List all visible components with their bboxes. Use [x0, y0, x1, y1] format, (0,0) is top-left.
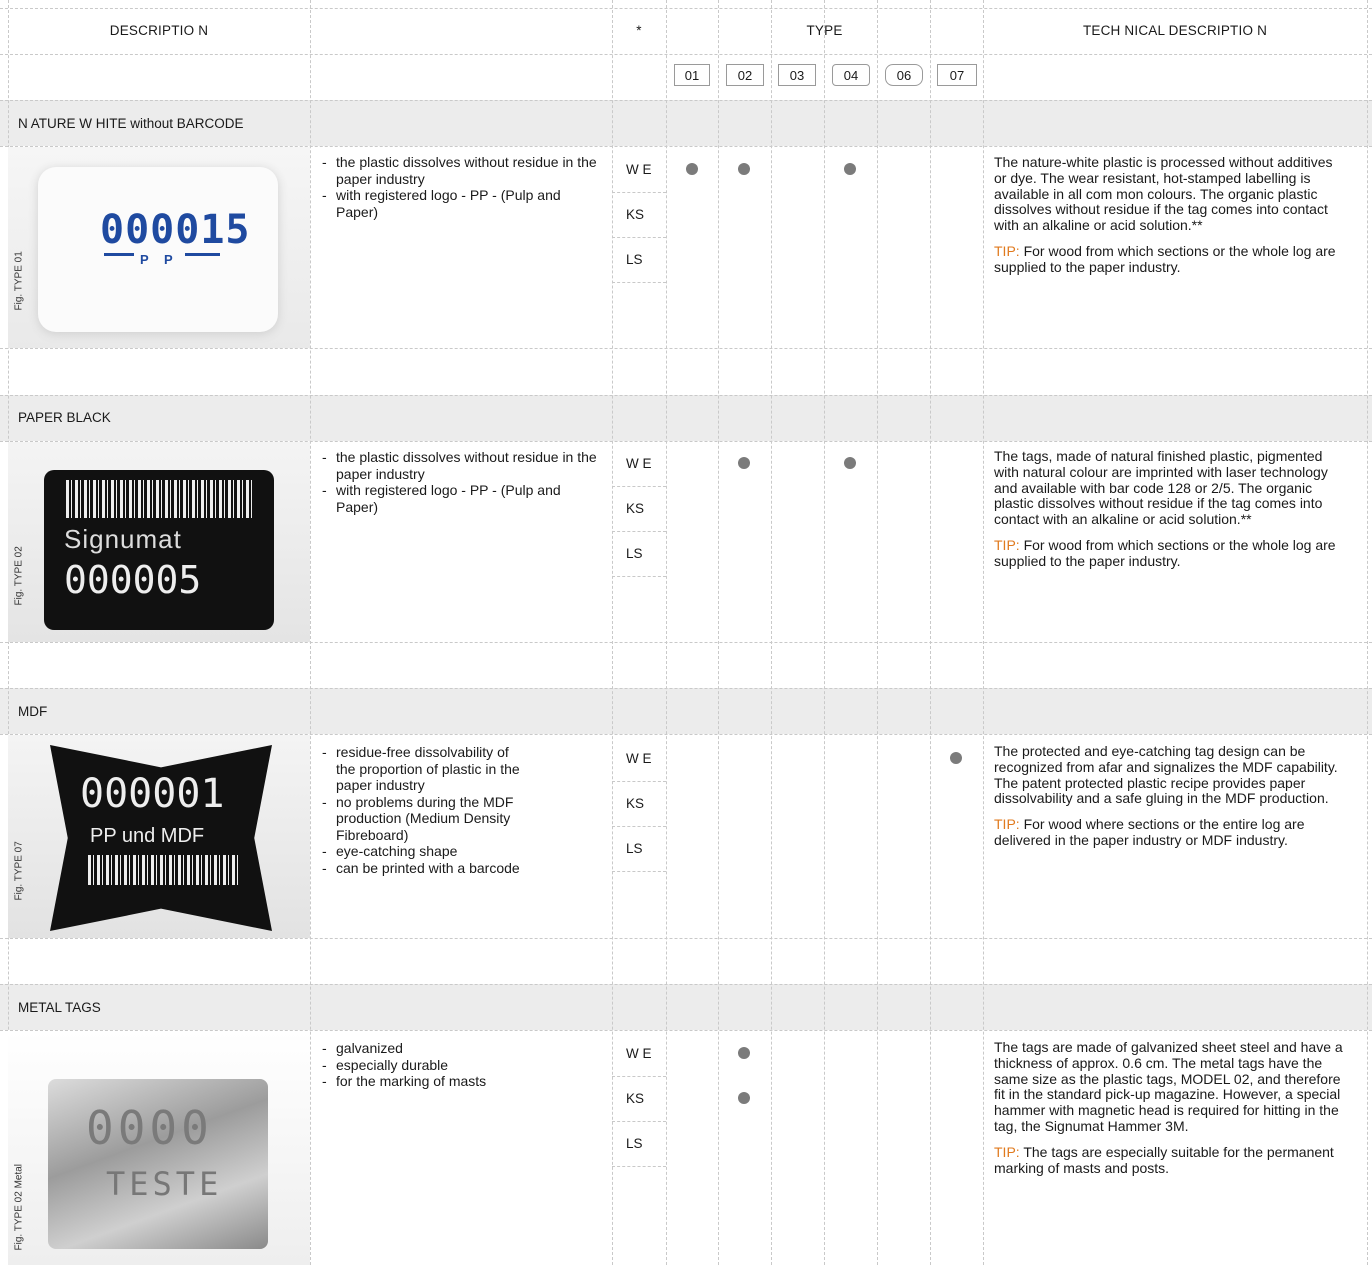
tech-text: The nature-white plastic is processed wi… [994, 154, 1333, 234]
feature-item: residue-free dissolvability of the propo… [320, 744, 530, 794]
tag-number: 0000 [86, 1101, 213, 1155]
section-band [0, 688, 1372, 734]
tip: TIP: For wood from which sections or the… [994, 242, 1344, 276]
availability-dot [686, 163, 698, 175]
feature-list: the plastic dissolves without residue in… [320, 449, 600, 515]
availability-dot [844, 457, 856, 469]
figure-caption: Fig. TYPE 02 [13, 546, 25, 606]
feature-item: for the marking of masts [320, 1073, 600, 1090]
feature-list: galvanized especially durable for the ma… [320, 1040, 600, 1090]
figure-caption: Fig. TYPE 07 [13, 841, 25, 901]
availability-dot [738, 163, 750, 175]
category-title: METAL TAGS [18, 1000, 101, 1015]
figure-caption: Fig. TYPE 02 Metal [13, 1163, 25, 1251]
code-label: KS [626, 1091, 645, 1106]
tag-photo-type-07: 000001 PP und MDF [8, 735, 310, 938]
technical-description: The tags are made of galvanized sheet st… [994, 1039, 1344, 1177]
barcode [88, 855, 238, 885]
tip-label: TIP: [994, 816, 1020, 833]
tip-text: For wood where sections or the entire lo… [994, 816, 1305, 848]
feature-item: can be printed with a barcode [320, 860, 530, 877]
feature-item: with registered logo - PP - (Pulp and Pa… [320, 187, 600, 220]
tag-logo-text: TESTE [106, 1165, 223, 1203]
tip-label: TIP: [994, 242, 1020, 259]
code-label: LS [626, 841, 643, 856]
tag-logo-text: P P [134, 252, 185, 267]
availability-dot [844, 163, 856, 175]
category-title: N ATURE W HITE without BARCODE [18, 116, 244, 131]
feature-item: with registered logo - PP - (Pulp and Pa… [320, 482, 600, 515]
tip: TIP: For wood where sections or the enti… [994, 816, 1344, 849]
feature-list: the plastic dissolves without residue in… [320, 154, 600, 220]
type-code-07: 07 [937, 64, 977, 86]
tip-text: The tags are especially suitable for the… [994, 1143, 1334, 1176]
tip: TIP: The tags are especially suitable fo… [994, 1143, 1344, 1177]
availability-dot [950, 752, 962, 764]
code-label: LS [626, 1136, 643, 1151]
category-title: PAPER BLACK [18, 410, 111, 425]
tag-brand-text: Signumat [64, 524, 182, 554]
code-label: KS [626, 207, 645, 222]
feature-list: residue-free dissolvability of the propo… [320, 744, 530, 876]
code-label: W E [626, 456, 652, 471]
feature-item: eye-catching shape [320, 843, 530, 860]
header-type: TYPE [806, 23, 843, 38]
header-star: * [636, 23, 642, 38]
code-label: W E [626, 1046, 652, 1061]
code-label: W E [626, 751, 652, 766]
type-code-04: 04 [832, 64, 870, 86]
tip-label: TIP: [994, 1143, 1020, 1160]
availability-dot [738, 457, 750, 469]
tech-text: The tags, made of natural finished plast… [994, 448, 1328, 528]
technical-description: The protected and eye-catching tag desig… [994, 743, 1344, 849]
section-band [0, 984, 1372, 1030]
code-label: LS [626, 546, 643, 561]
feature-item: galvanized [320, 1040, 600, 1057]
tip-label: TIP: [994, 536, 1020, 553]
header-technical-description: TECH NICAL DESCRIPTIO N [1082, 23, 1268, 38]
tag-number: 000005 [64, 558, 202, 602]
tag-photo-type-02-metal: 0000 TESTE [8, 1031, 310, 1265]
type-code-03: 03 [778, 64, 816, 86]
feature-item: the plastic dissolves without residue in… [320, 154, 600, 187]
type-code-06: 06 [885, 64, 923, 86]
section-band [0, 395, 1372, 441]
figure-caption: Fig. TYPE 01 [13, 251, 25, 311]
tag-photo-type-01: 000015 P P [8, 147, 310, 348]
tag-number: 000015 [100, 207, 251, 253]
tech-text: The tags are made of galvanized sheet st… [994, 1039, 1343, 1134]
code-label: W E [626, 162, 652, 177]
tip: TIP: For wood from which sections or the… [994, 536, 1344, 570]
feature-item: especially durable [320, 1057, 600, 1074]
technical-description: The nature-white plastic is processed wi… [994, 154, 1344, 276]
header-description: DESCRIPTIO N [109, 23, 209, 38]
tip-text: For wood from which sections or the whol… [994, 242, 1336, 275]
technical-description: The tags, made of natural finished plast… [994, 448, 1344, 570]
tip-text: For wood from which sections or the whol… [994, 536, 1336, 569]
feature-item: the plastic dissolves without residue in… [320, 449, 600, 482]
code-label: KS [626, 796, 645, 811]
feature-item: no problems during the MDF production (M… [320, 794, 530, 844]
code-label: KS [626, 501, 645, 516]
category-title: MDF [18, 704, 48, 719]
tag-number: 000001 [80, 771, 225, 817]
tag-logo-text: PP und MDF [90, 825, 205, 847]
tag-photo-type-02: Signumat 000005 [8, 442, 310, 642]
code-label: LS [626, 252, 643, 267]
availability-dot [738, 1092, 750, 1104]
type-code-02: 02 [726, 64, 764, 86]
type-code-01: 01 [674, 64, 710, 86]
availability-dot [738, 1047, 750, 1059]
tech-text: The protected and eye-catching tag desig… [994, 743, 1338, 807]
barcode [66, 480, 252, 518]
